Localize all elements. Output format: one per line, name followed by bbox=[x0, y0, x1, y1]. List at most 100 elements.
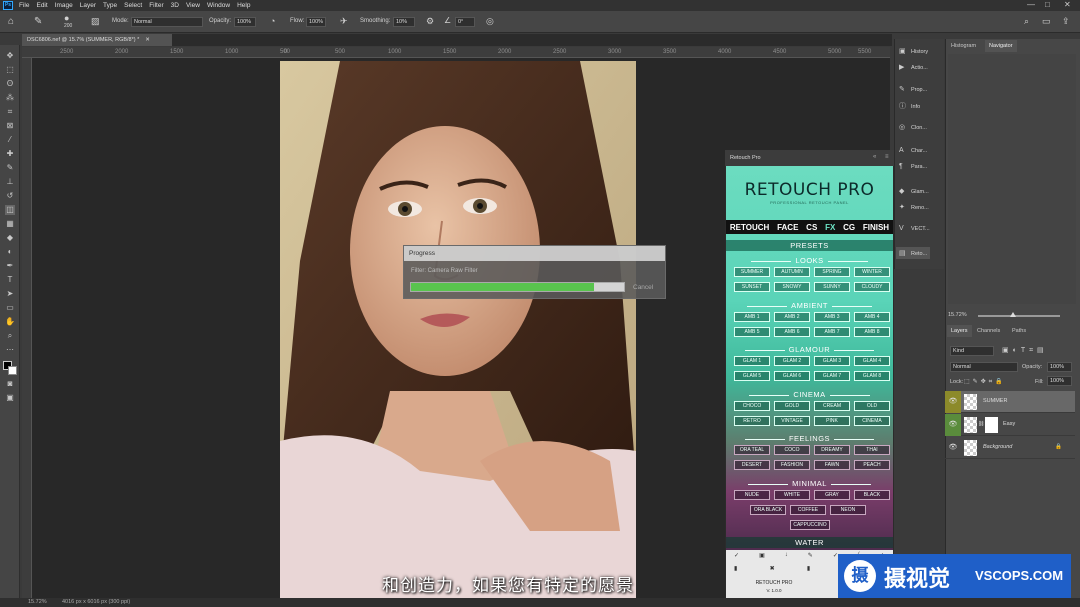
dodge-tool-icon[interactable]: ◐ bbox=[5, 247, 15, 257]
tab-fx[interactable]: FX bbox=[825, 223, 835, 232]
navigator-preview[interactable] bbox=[948, 54, 1076, 304]
angle-input[interactable]: 0° bbox=[455, 17, 475, 27]
preset-button-glam-8[interactable]: GLAM 8 bbox=[854, 371, 890, 381]
pen-icon[interactable]: ✎ bbox=[808, 552, 813, 559]
preset-button-desert[interactable]: DESERT bbox=[734, 460, 770, 470]
menu-layer[interactable]: Layer bbox=[80, 2, 96, 9]
collapse-icon[interactable]: « bbox=[873, 154, 876, 160]
type-tool-icon[interactable]: T bbox=[5, 275, 15, 285]
preset-button-glam-7[interactable]: GLAM 7 bbox=[814, 371, 850, 381]
preset-button-coffee[interactable]: COFFEE bbox=[790, 505, 826, 515]
visibility-eye-icon[interactable]: 👁 bbox=[945, 414, 961, 436]
preset-button-sunny[interactable]: SUNNY bbox=[814, 282, 850, 292]
brush-settings-icon[interactable]: ▨ bbox=[91, 16, 100, 27]
move-tool-icon[interactable]: ✥ bbox=[5, 51, 15, 61]
menu-image[interactable]: Image bbox=[55, 2, 73, 9]
visibility-eye-icon[interactable]: 👁 bbox=[945, 437, 961, 459]
preset-button-pink[interactable]: PINK bbox=[814, 416, 850, 426]
preset-button-autumn[interactable]: AUTUMN bbox=[774, 267, 810, 277]
pressure-opacity-icon[interactable]: ◔ bbox=[270, 16, 275, 26]
tab-face[interactable]: FACE bbox=[777, 223, 798, 232]
minimize-icon[interactable]: — bbox=[1027, 0, 1035, 9]
menu-file[interactable]: File bbox=[19, 2, 29, 9]
preset-button-summer[interactable]: SUMMER bbox=[734, 267, 770, 277]
preset-button-dreamy[interactable]: DREAMY bbox=[814, 445, 850, 455]
smoothing-gear-icon[interactable]: ⚙ bbox=[426, 16, 434, 27]
download-icon[interactable]: ↓ bbox=[785, 552, 788, 559]
frame-icon[interactable]: ▣ bbox=[759, 552, 765, 559]
layer-name[interactable]: Easy bbox=[1003, 421, 1015, 427]
eyedropper-icon[interactable]: ⁄ bbox=[5, 135, 15, 145]
zoom-tool-icon[interactable]: ⌕ bbox=[5, 331, 15, 341]
preset-button-glam-3[interactable]: GLAM 3 bbox=[814, 356, 850, 366]
pen-tool-icon[interactable]: ✒ bbox=[5, 261, 15, 271]
preset-button-cinema[interactable]: CINEMA bbox=[854, 416, 890, 426]
tab-cs[interactable]: CS bbox=[806, 223, 817, 232]
dock-clone[interactable]: ◎ Clon... bbox=[899, 123, 927, 131]
home-icon[interactable]: ⌂ bbox=[8, 16, 14, 27]
hand-tool-icon[interactable]: ✋ bbox=[5, 317, 15, 327]
flag-uk-icon[interactable]: ✖ bbox=[770, 565, 775, 572]
tab-paths[interactable]: Paths bbox=[1008, 325, 1030, 337]
preset-button-glam-4[interactable]: GLAM 4 bbox=[854, 356, 890, 366]
preset-button-amb-6[interactable]: AMB 6 bbox=[774, 327, 810, 337]
dock-actions[interactable]: ▶ Actio... bbox=[899, 63, 928, 71]
preset-button-old[interactable]: OLD bbox=[854, 401, 890, 411]
share-icon[interactable]: ⇪ bbox=[1062, 16, 1070, 27]
layer-row-background[interactable]: 👁 Background 🔒 bbox=[945, 437, 1075, 459]
preset-button-thai[interactable]: THAI bbox=[854, 445, 890, 455]
preset-button-glam-1[interactable]: GLAM 1 bbox=[734, 356, 770, 366]
preset-button-peach[interactable]: PEACH bbox=[854, 460, 890, 470]
tab-navigator[interactable]: Navigator bbox=[985, 40, 1017, 52]
navigator-zoom-slider[interactable] bbox=[978, 312, 1060, 317]
quick-mask-icon[interactable]: ◙ bbox=[5, 379, 15, 389]
smoothing-input[interactable]: 10% bbox=[393, 17, 415, 27]
tab-layers[interactable]: Layers bbox=[947, 325, 972, 337]
preset-button-white[interactable]: WHITE bbox=[774, 490, 810, 500]
document-tab[interactable]: DSC6806.nef @ 15.7% (SUMMER, RGB/8*) * ✕ bbox=[22, 34, 172, 46]
tab-finish[interactable]: FINISH bbox=[863, 223, 889, 232]
layer-name[interactable]: Background bbox=[983, 444, 1012, 450]
marquee-tool-icon[interactable]: ⬚ bbox=[5, 65, 15, 75]
panel-menu-icon[interactable]: ≡ bbox=[885, 154, 889, 160]
tab-cg[interactable]: CG bbox=[843, 223, 855, 232]
opacity-input[interactable]: 100% bbox=[234, 17, 256, 27]
layer-row-easy[interactable]: 👁 ⛓ Easy bbox=[945, 414, 1075, 436]
check-icon[interactable]: ✓ bbox=[734, 552, 739, 559]
navigator-zoom[interactable]: 15.72% bbox=[948, 312, 967, 318]
preset-button-coco[interactable]: COCO bbox=[774, 445, 810, 455]
dock-reno[interactable]: ✦ Reno... bbox=[899, 203, 929, 211]
preset-button-amb-8[interactable]: AMB 8 bbox=[854, 327, 890, 337]
dock-retouch[interactable]: ▤ Reto... bbox=[896, 247, 931, 259]
pressure-size-icon[interactable]: ◎ bbox=[486, 16, 494, 27]
path-select-icon[interactable]: ➤ bbox=[5, 289, 15, 299]
preset-button-sunset[interactable]: SUNSET bbox=[734, 282, 770, 292]
dock-paragraph[interactable]: ¶ Para... bbox=[899, 163, 927, 170]
visibility-eye-icon[interactable]: 👁 bbox=[945, 391, 961, 413]
airbrush-icon[interactable]: ✈ bbox=[340, 16, 348, 27]
menu-help[interactable]: Help bbox=[237, 2, 250, 9]
lock-icons[interactable]: ⬚✎✥⌗🔒 bbox=[964, 378, 1006, 386]
layer-mask-thumbnail[interactable] bbox=[985, 417, 998, 433]
status-zoom[interactable]: 15.72% bbox=[28, 598, 47, 607]
cancel-button[interactable]: Cancel bbox=[633, 284, 653, 291]
search-icon[interactable]: ⌕ bbox=[1024, 16, 1029, 27]
brush-tool-icon[interactable]: ✎ bbox=[34, 16, 42, 27]
preset-button-fawn[interactable]: FAWN bbox=[814, 460, 850, 470]
preset-button-fashion[interactable]: FASHION bbox=[774, 460, 810, 470]
dock-properties[interactable]: ✎ Prop... bbox=[899, 85, 927, 93]
workspace-icon[interactable]: ▭ bbox=[1042, 16, 1051, 27]
edit-toolbar-icon[interactable]: ⋯ bbox=[5, 345, 15, 355]
close-icon[interactable]: ✕ bbox=[1064, 0, 1071, 9]
layer-opacity-input[interactable]: 100% bbox=[1047, 362, 1072, 372]
preset-button-cream[interactable]: CREAM bbox=[814, 401, 850, 411]
frame-tool-icon[interactable]: ⊠ bbox=[5, 121, 15, 131]
dock-info[interactable]: ⓘ Info bbox=[899, 101, 920, 111]
flag-icon[interactable]: ▮ bbox=[734, 565, 737, 572]
dock-history[interactable]: ▣ History bbox=[899, 47, 928, 55]
shape-tool-icon[interactable]: ▭ bbox=[5, 303, 15, 313]
flow-input[interactable]: 100% bbox=[306, 17, 326, 27]
preset-button-snowy[interactable]: SNOWY bbox=[774, 282, 810, 292]
preset-button-amb-3[interactable]: AMB 3 bbox=[814, 312, 850, 322]
layer-filter-icons[interactable]: ▣◐T⌗▤ bbox=[1002, 346, 1048, 355]
